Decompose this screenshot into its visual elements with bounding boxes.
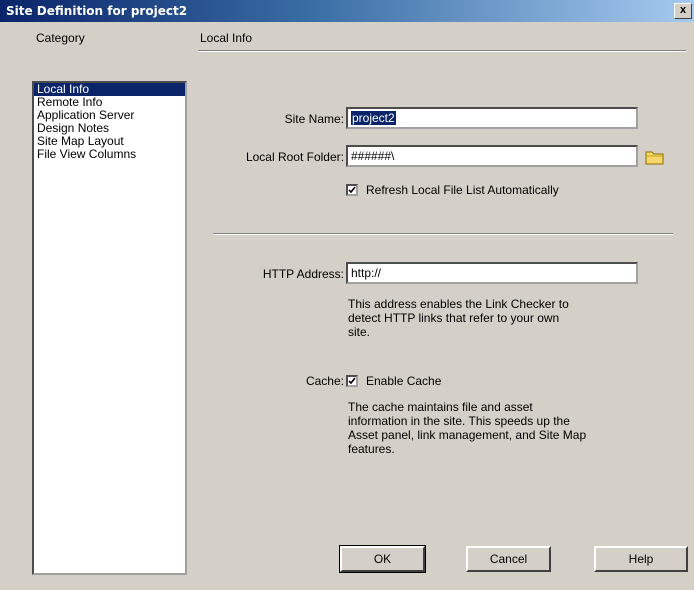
refresh-checkbox-row[interactable]: Refresh Local File List Automatically xyxy=(346,183,559,197)
section-title: Local Info xyxy=(200,31,253,45)
cache-label: Cache: xyxy=(305,374,344,388)
http-address-label: HTTP Address: xyxy=(262,267,344,281)
enable-cache-label: Enable Cache xyxy=(366,374,442,388)
http-address-description: This address enables the Link Checker to… xyxy=(348,297,569,339)
title-bar[interactable]: Site Definition for project2 x xyxy=(0,0,694,22)
site-name-label: Site Name: xyxy=(284,112,344,126)
site-name-input[interactable]: project2 xyxy=(346,107,638,129)
cancel-button[interactable]: Cancel xyxy=(466,546,551,572)
http-address-value: http:// xyxy=(351,266,382,280)
cache-description: The cache maintains file and asset infor… xyxy=(348,400,586,456)
checkmark-icon xyxy=(348,377,356,385)
refresh-checkbox-label: Refresh Local File List Automatically xyxy=(366,183,559,197)
cache-desc-line: The cache maintains file and asset xyxy=(348,400,533,414)
cache-desc-line: features. xyxy=(348,442,395,456)
local-root-folder-input[interactable]: ######\ xyxy=(346,145,638,167)
section-divider xyxy=(198,50,686,52)
checkmark-icon xyxy=(348,186,356,194)
ok-button[interactable]: OK xyxy=(339,545,426,573)
enable-cache-row[interactable]: Enable Cache xyxy=(346,374,441,388)
section-divider-middle xyxy=(213,233,673,235)
local-root-folder-label: Local Root Folder: xyxy=(245,150,344,164)
category-list[interactable]: Local Info Remote Info Application Serve… xyxy=(32,81,187,575)
cache-desc-line: information in the site. This speeds up … xyxy=(348,414,570,428)
local-root-folder-value: ######\ xyxy=(351,149,395,163)
cache-desc-line: Asset panel, link management, and Site M… xyxy=(348,428,587,442)
http-desc-line: site. xyxy=(348,325,371,339)
http-desc-line: detect HTTP links that refer to your own xyxy=(348,311,560,325)
http-desc-line: This address enables the Link Checker to xyxy=(348,297,569,311)
category-label: Category xyxy=(36,31,85,45)
http-address-input[interactable]: http:// xyxy=(346,262,638,284)
site-name-value: project2 xyxy=(351,111,396,125)
close-icon[interactable]: x xyxy=(674,3,692,19)
folder-icon[interactable] xyxy=(644,148,666,166)
enable-cache-checkbox[interactable] xyxy=(346,375,358,387)
category-item-file-view-columns[interactable]: File View Columns xyxy=(34,148,185,161)
window-title: Site Definition for project2 xyxy=(6,4,188,18)
refresh-checkbox[interactable] xyxy=(346,184,358,196)
help-button[interactable]: Help xyxy=(594,546,688,572)
